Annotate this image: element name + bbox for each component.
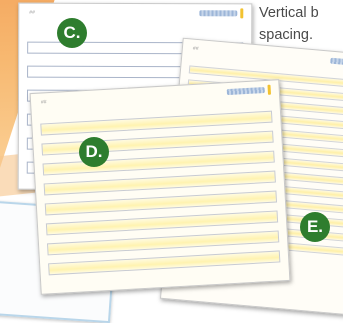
name-line bbox=[199, 10, 238, 17]
name-line bbox=[330, 57, 343, 67]
sheet-number: ## bbox=[29, 9, 35, 16]
paper-sheet-d: ## bbox=[29, 79, 291, 295]
sheet-number: ## bbox=[40, 99, 47, 106]
name-line bbox=[226, 87, 265, 96]
badge-c: C. bbox=[57, 18, 87, 48]
pencil-icon bbox=[240, 8, 244, 19]
caption-line-2: spacing. bbox=[259, 27, 314, 43]
caption-line-1: Vertical b bbox=[259, 5, 319, 21]
caption-text: Vertical b spacing. bbox=[259, 2, 343, 46]
badge-e: E. bbox=[300, 212, 330, 242]
badge-d: D. bbox=[79, 137, 109, 167]
pencil-icon bbox=[267, 84, 272, 95]
sheet-number: ## bbox=[192, 45, 199, 53]
writing-row bbox=[48, 250, 281, 276]
